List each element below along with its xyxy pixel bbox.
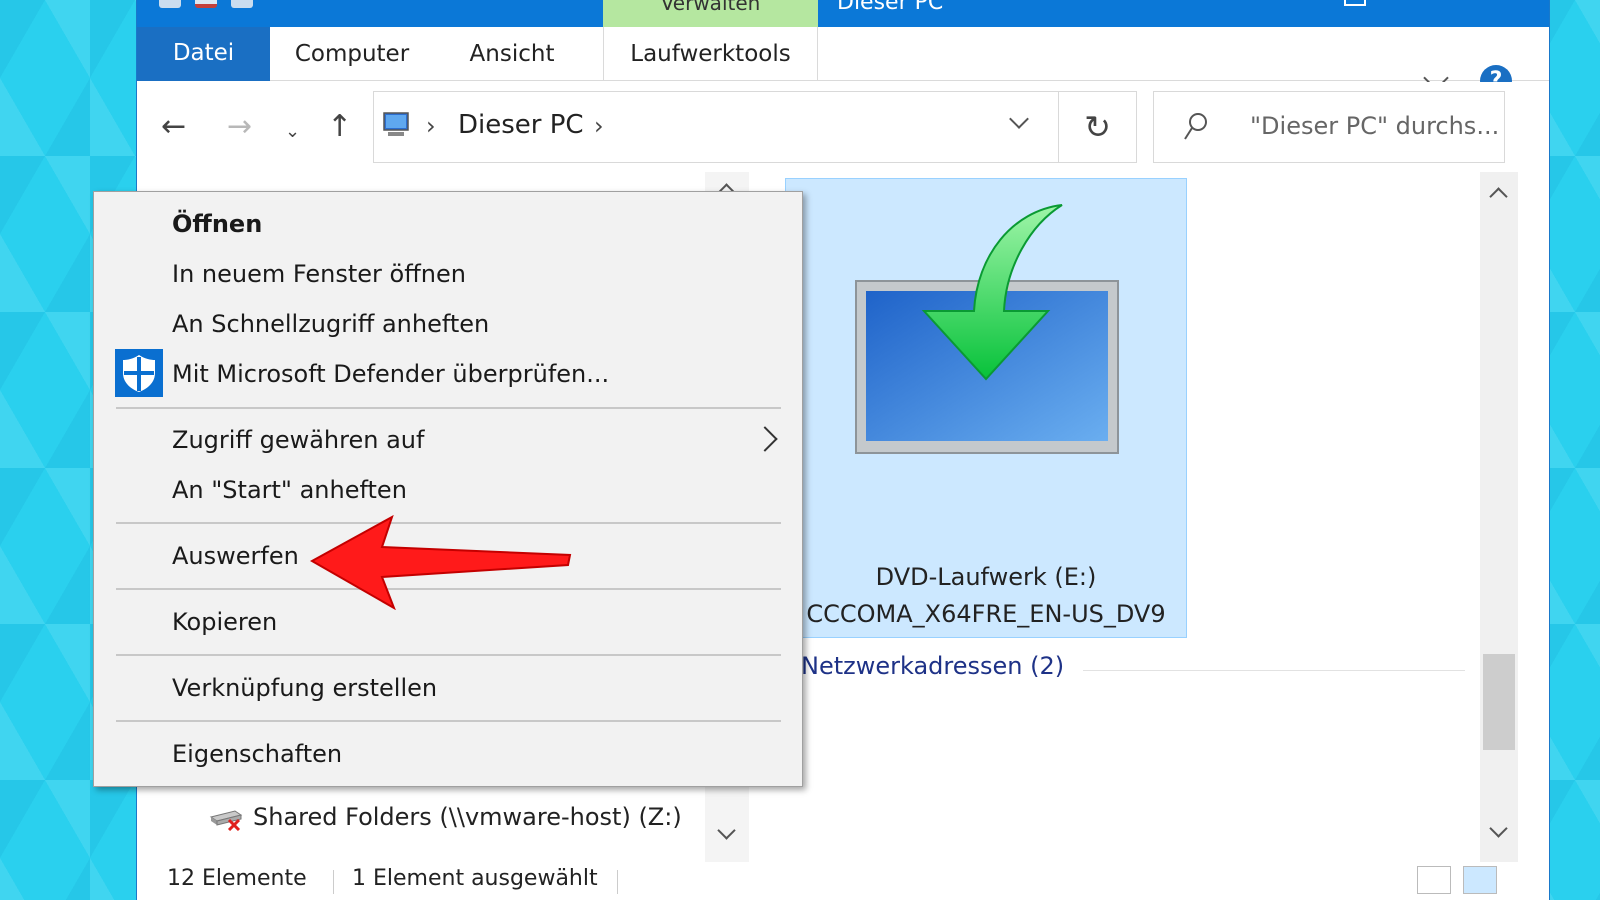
- nav-item-shared-folders[interactable]: Shared Folders (\\vmware-host) (Z:): [209, 803, 682, 831]
- drive-label: DVD-Laufwerk (E:) CCCOMA_X64FRE_EN-US_DV…: [786, 559, 1186, 633]
- item-count: 12 Elemente: [167, 866, 307, 891]
- status-divider: [617, 870, 618, 894]
- menu-item-pin-quick-access[interactable]: An Schnellzugriff anheften: [172, 309, 489, 339]
- menu-item-eigenschaften[interactable]: Eigenschaften: [172, 739, 342, 769]
- menu-separator: [116, 654, 781, 656]
- computer-icon: [383, 112, 409, 136]
- menu-item-kopieren[interactable]: Kopieren: [172, 607, 277, 637]
- folder-icon[interactable]: [159, 0, 181, 8]
- search-input[interactable]: "Dieser PC" durchs...: [1250, 112, 1499, 140]
- breadcrumb-separator-icon: ›: [426, 112, 436, 140]
- red-arrow-annotation: [310, 515, 572, 610]
- arrow-left-icon: ←: [161, 109, 187, 144]
- menu-separator: [116, 720, 781, 722]
- tab-ansicht[interactable]: Ansicht: [457, 27, 567, 81]
- window-title: Dieser PC: [837, 0, 944, 15]
- quick-access-toolbar: [159, 0, 253, 8]
- scroll-down-icon[interactable]: [1489, 819, 1508, 838]
- menu-item-auswerfen[interactable]: Auswerfen: [172, 541, 299, 571]
- status-divider: [333, 870, 334, 894]
- chevron-down-icon: ⌄: [285, 121, 301, 142]
- drive-name: DVD-Laufwerk (E:): [875, 563, 1097, 591]
- scrollbar-thumb[interactable]: [1483, 654, 1515, 750]
- arrow-right-icon: →: [227, 109, 253, 144]
- menu-item-give-access[interactable]: Zugriff gewähren auf: [172, 425, 424, 455]
- menu-item-open-new-window[interactable]: In neuem Fenster öffnen: [172, 259, 466, 289]
- refresh-icon: ↻: [1084, 108, 1111, 146]
- recent-locations-button[interactable]: ⌄: [285, 112, 300, 152]
- content-scrollbar[interactable]: [1480, 172, 1518, 862]
- arrow-up-icon: ↑: [327, 109, 353, 144]
- up-button[interactable]: ↑: [327, 107, 352, 147]
- menu-separator: [116, 407, 781, 409]
- nav-item-label: Shared Folders (\\vmware-host) (Z:): [253, 803, 682, 831]
- search-box[interactable]: "Dieser PC" durchs...: [1153, 91, 1505, 163]
- dvd-install-icon: [855, 204, 1119, 454]
- back-button[interactable]: ←: [161, 107, 186, 147]
- refresh-button[interactable]: ↻: [1059, 91, 1137, 163]
- status-bar: 12 Elemente 1 Element ausgewählt: [137, 862, 1549, 900]
- context-menu: Öffnen In neuem Fenster öffnen An Schnel…: [93, 191, 803, 787]
- defender-shield-icon: [115, 349, 163, 397]
- menu-item-defender-scan[interactable]: Mit Microsoft Defender überprüfen...: [172, 359, 609, 389]
- section-divider: [1083, 670, 1465, 671]
- drive-volume-label: CCCOMA_X64FRE_EN-US_DV9: [806, 600, 1166, 628]
- breadcrumb-dieser-pc[interactable]: Dieser PC: [458, 110, 584, 140]
- search-icon: [1184, 113, 1207, 140]
- scroll-up-icon[interactable]: [1489, 187, 1508, 206]
- tab-laufwerktools[interactable]: Laufwerktools: [603, 27, 818, 81]
- details-view-icon[interactable]: [1417, 866, 1451, 894]
- chevron-right-icon: [752, 426, 778, 452]
- menu-item-create-shortcut[interactable]: Verknüpfung erstellen: [172, 673, 437, 703]
- breadcrumb-separator-icon[interactable]: ›: [594, 112, 604, 140]
- contextual-tab-group: Verwalten: [603, 0, 818, 27]
- scroll-down-icon[interactable]: [717, 821, 736, 840]
- disconnected-network-drive-icon: [209, 810, 243, 831]
- ribbon-tabs: Datei Computer Ansicht Laufwerktools ?: [137, 27, 1549, 97]
- maximize-icon[interactable]: [1344, 0, 1366, 6]
- selection-count: 1 Element ausgewählt: [352, 866, 598, 891]
- menu-item-pin-start[interactable]: An "Start" anheften: [172, 475, 407, 505]
- tab-datei[interactable]: Datei: [137, 27, 270, 81]
- title-bar: Verwalten Dieser PC: [137, 0, 1549, 27]
- large-icons-view-icon[interactable]: [1463, 866, 1497, 894]
- address-history-icon[interactable]: [1009, 109, 1029, 129]
- dvd-drive-tile[interactable]: DVD-Laufwerk (E:) CCCOMA_X64FRE_EN-US_DV…: [785, 178, 1187, 638]
- properties-icon[interactable]: [195, 0, 217, 8]
- section-header-network[interactable]: Netzwerkadressen (2): [801, 652, 1064, 680]
- navigation-bar: ← → ⌄ ↑ › Dieser PC › ↻ "Dieser PC" durc…: [137, 82, 1549, 172]
- tab-computer[interactable]: Computer: [287, 27, 417, 81]
- new-folder-icon[interactable]: [231, 0, 253, 8]
- menu-item-oeffnen[interactable]: Öffnen: [172, 209, 262, 239]
- address-bar[interactable]: › Dieser PC ›: [373, 91, 1059, 163]
- forward-button[interactable]: →: [227, 107, 252, 147]
